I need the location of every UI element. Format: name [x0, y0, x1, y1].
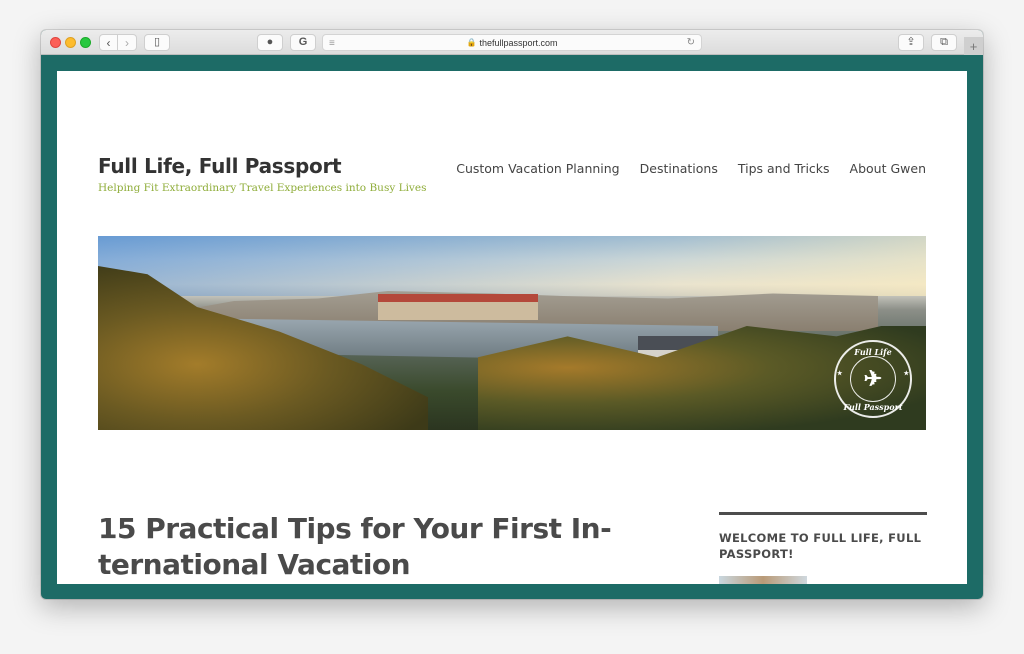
- zoom-window-button[interactable]: [80, 37, 91, 48]
- browser-toolbar: ‹ › ▯ ● G ≡ 🔒 thefullpassport.com ↻ ⇪ ⧉ …: [41, 30, 983, 55]
- reload-icon[interactable]: ↻: [687, 37, 695, 48]
- grammarly-extension-icon[interactable]: G: [290, 34, 316, 51]
- stamp-stars: ★ ★: [837, 370, 909, 377]
- url-text: thefullpassport.com: [479, 37, 558, 48]
- star-icon: ★: [903, 370, 909, 377]
- sidebar-widget-image: [719, 576, 807, 584]
- widget-divider: [719, 512, 927, 515]
- header-image-prague-panorama[interactable]: Full Life ★ ★ ✈ Full Passport: [98, 236, 926, 430]
- site-tagline: Helping Fit Extraordinary Travel Experie…: [98, 182, 427, 194]
- close-window-button[interactable]: [50, 37, 61, 48]
- web-page: Full Life, Full Passport Helping Fit Ext…: [57, 71, 967, 584]
- nav-item-custom-vacation-planning[interactable]: Custom Vacation Planning: [456, 161, 619, 176]
- address-bar[interactable]: ≡ 🔒 thefullpassport.com ↻: [322, 34, 702, 51]
- star-icon: ★: [837, 370, 843, 377]
- nav-item-about-gwen[interactable]: About Gwen: [850, 161, 926, 176]
- nav-item-tips-and-tricks[interactable]: Tips and Tricks: [738, 161, 830, 176]
- post-title[interactable]: 15 Practical Tips for Your First In-tern…: [98, 511, 618, 583]
- hero-sky: [98, 236, 926, 296]
- main-navigation: Custom Vacation Planning Destinations Ti…: [456, 161, 926, 176]
- site-title[interactable]: Full Life, Full Passport: [98, 154, 342, 178]
- stamp-top-text: Full Life: [854, 347, 892, 357]
- sidebar-toggle-icon[interactable]: ▯: [144, 34, 170, 51]
- stamp-bottom-text: Full Passport: [843, 402, 903, 412]
- history-nav: ‹ ›: [99, 34, 137, 51]
- share-icon[interactable]: ⇪: [898, 34, 924, 51]
- new-tab-button[interactable]: +: [964, 37, 983, 55]
- extension-1-icon[interactable]: ●: [257, 34, 283, 51]
- nav-item-destinations[interactable]: Destinations: [640, 161, 718, 176]
- stamp-inner-ring: [850, 356, 896, 402]
- sidebar-widget-title: WELCOME TO FULL LIFE, FULL PASSPORT!: [719, 531, 922, 561]
- minimize-window-button[interactable]: [65, 37, 76, 48]
- lock-icon: 🔒: [466, 38, 477, 47]
- reader-view-icon[interactable]: ≡: [329, 38, 335, 49]
- browser-window: ‹ › ▯ ● G ≡ 🔒 thefullpassport.com ↻ ⇪ ⧉ …: [41, 30, 983, 599]
- hero-red-roof-building: [378, 294, 538, 320]
- forward-icon[interactable]: ›: [118, 34, 137, 51]
- show-tabs-icon[interactable]: ⧉: [931, 34, 957, 51]
- back-icon[interactable]: ‹: [99, 34, 118, 51]
- full-passport-stamp-logo: Full Life ★ ★ ✈ Full Passport: [834, 340, 912, 418]
